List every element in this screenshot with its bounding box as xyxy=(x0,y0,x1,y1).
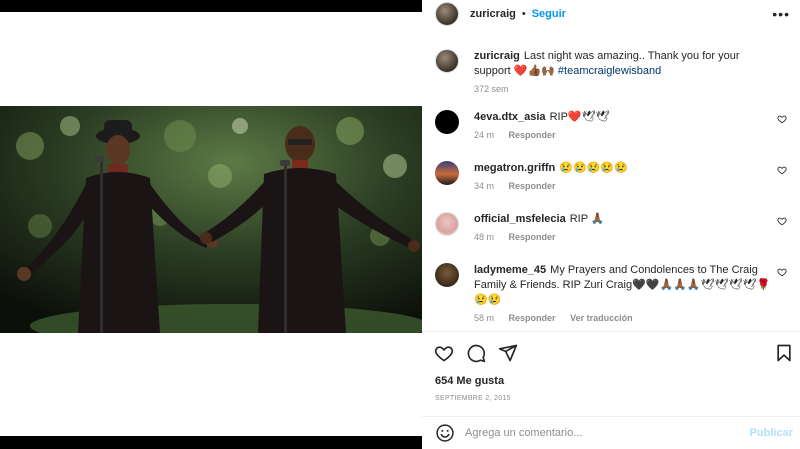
comment-username[interactable]: 4eva.dtx_asia xyxy=(474,111,546,123)
comment-age: 58 m xyxy=(474,313,495,323)
comment-age: 24 m xyxy=(474,130,495,140)
likes-count[interactable]: 654 Me gusta xyxy=(435,375,504,387)
comment-age: 48 m xyxy=(474,232,495,242)
comment-input[interactable] xyxy=(465,427,745,439)
comment-meta: 34 m Responder xyxy=(474,179,779,194)
save-bookmark-icon[interactable] xyxy=(774,343,794,363)
reply-button[interactable]: Responder xyxy=(509,130,556,140)
follow-button[interactable]: Seguir xyxy=(532,8,566,20)
stage-photo-illustration xyxy=(0,106,422,333)
comment-username[interactable]: ladymeme_45 xyxy=(474,264,546,276)
comment-username[interactable]: official_msfelecia xyxy=(474,213,566,225)
reply-button[interactable]: Responder xyxy=(509,313,556,323)
caption-body: zuricraig Last night was amazing.. Thank … xyxy=(474,49,779,97)
comment-body: 4eva.dtx_asia RIP❤️🕊🕊 24 m Responder xyxy=(474,110,779,143)
comment-meta: 24 m Responder xyxy=(474,128,779,143)
comment-body: megatron.griffn 😢😢😢😢😢 34 m Responder xyxy=(474,161,779,194)
more-horizontal-icon[interactable]: ••• xyxy=(772,6,790,22)
separator-dot: • xyxy=(521,8,526,20)
comment-username[interactable]: megatron.griffn xyxy=(474,162,555,174)
comment-body: ladymeme_45 My Prayers and Condolences to… xyxy=(474,263,779,326)
see-translation-button[interactable]: Ver traducción xyxy=(570,313,633,323)
comment-age: 34 m xyxy=(474,181,495,191)
commenter-avatar[interactable] xyxy=(435,212,459,236)
comment-text: 😢😢😢😢😢 xyxy=(559,162,628,174)
author-avatar[interactable] xyxy=(435,2,459,26)
post-date[interactable]: SEPTIEMBRE 2, 2015 xyxy=(435,395,511,402)
commenter-avatar[interactable] xyxy=(435,110,459,134)
comment-text: RIP 🙏🏾 xyxy=(569,213,605,225)
like-comment-heart-icon[interactable] xyxy=(777,267,787,277)
comment-meta: 58 m Responder Ver traducción xyxy=(474,311,779,326)
commenter-avatar[interactable] xyxy=(435,161,459,185)
reply-button[interactable]: Responder xyxy=(509,232,556,242)
post-photo[interactable] xyxy=(0,106,422,333)
publish-button[interactable]: Publicar xyxy=(750,427,793,439)
like-comment-heart-icon[interactable] xyxy=(777,165,787,175)
like-comment-heart-icon[interactable] xyxy=(777,216,787,226)
caption-meta: 372 sem xyxy=(474,82,779,97)
emoji-smiley-icon[interactable] xyxy=(435,423,455,443)
like-comment-heart-icon[interactable] xyxy=(777,114,787,124)
caption-hashtag[interactable]: #teamcraiglewisband xyxy=(558,65,661,77)
comment-body: official_msfelecia RIP 🙏🏾 48 m Responder xyxy=(474,212,779,245)
caption-username[interactable]: zuricraig xyxy=(474,50,520,62)
share-send-icon[interactable] xyxy=(498,343,518,363)
post-side-panel: zuricraig • Seguir ••• zuricraig Last nig… xyxy=(422,0,800,449)
comment-text: RIP❤️🕊🕊 xyxy=(549,111,610,123)
caption-age: 372 sem xyxy=(474,84,509,94)
commenter-avatar[interactable] xyxy=(435,263,459,287)
like-heart-icon[interactable] xyxy=(434,343,454,363)
comment-meta: 48 m Responder xyxy=(474,230,779,245)
reply-button[interactable]: Responder xyxy=(509,181,556,191)
add-comment-bar: Publicar xyxy=(422,416,800,449)
post-header: zuricraig • Seguir ••• xyxy=(422,0,800,28)
comment-bubble-icon[interactable] xyxy=(466,343,486,363)
caption-author-avatar[interactable] xyxy=(435,49,459,73)
author-username[interactable]: zuricraig xyxy=(470,8,516,20)
post-media-area xyxy=(0,0,422,449)
action-icons xyxy=(434,343,518,363)
